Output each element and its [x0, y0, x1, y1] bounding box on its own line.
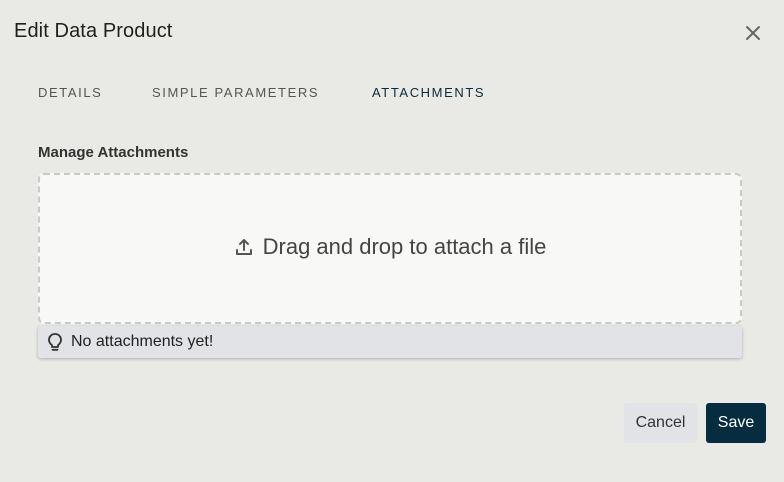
edit-data-product-dialog: Edit Data Product DETAILS SIMPLE PARAMET…: [0, 0, 784, 482]
close-icon: [742, 22, 764, 44]
dialog-title: Edit Data Product: [14, 20, 173, 42]
section-label: Manage Attachments: [38, 144, 189, 161]
dropzone-text: Drag and drop to attach a file: [262, 233, 547, 259]
empty-attachments-hint: No attachments yet!: [38, 326, 742, 358]
close-button[interactable]: [742, 22, 764, 44]
file-dropzone[interactable]: Drag and drop to attach a file: [38, 173, 742, 324]
save-button[interactable]: Save: [706, 403, 766, 443]
lightbulb-icon: [46, 332, 64, 352]
cancel-button[interactable]: Cancel: [624, 403, 697, 443]
tab-attachments[interactable]: ATTACHMENTS: [372, 85, 485, 100]
upload-icon: [234, 237, 254, 257]
hint-text: No attachments yet!: [71, 333, 214, 350]
tab-simple-parameters[interactable]: SIMPLE PARAMETERS: [152, 85, 319, 100]
tab-details[interactable]: DETAILS: [38, 85, 102, 100]
